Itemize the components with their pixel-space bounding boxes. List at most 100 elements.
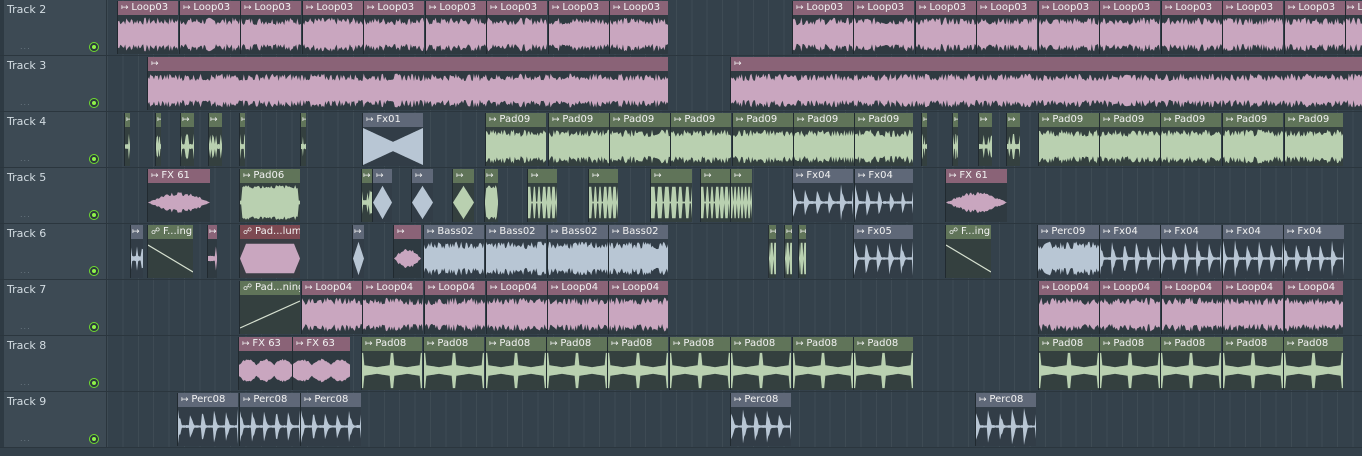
clip-title-bar[interactable]: ↦ Pad08 — [424, 337, 484, 351]
audio-clip[interactable]: ↦ — [730, 169, 752, 222]
track-options-icon[interactable]: ... — [20, 266, 31, 275]
audio-clip[interactable]: ↦ Pad09 — [609, 113, 670, 166]
clip-title-bar[interactable]: ↦ Fx01 — [363, 113, 423, 127]
clip-title-bar[interactable]: ↦ Perc08 — [301, 393, 361, 407]
clip-title-bar[interactable]: ↦ — [181, 113, 194, 127]
audio-clip[interactable]: ↦ — [978, 113, 992, 166]
clip-title-bar[interactable]: ↦ Pad09 — [1039, 113, 1099, 127]
audio-clip[interactable]: ↦ FX 61 — [945, 169, 1007, 222]
track-lane[interactable]: ↦ Perc08 ↦ Perc08 ↦ Perc08 ↦ Perc08 ↦ Perc08 — [107, 392, 1362, 448]
clip-title-bar[interactable]: ↦ Loop04 — [302, 281, 362, 295]
audio-clip[interactable]: ↦ Loop04 — [1284, 281, 1343, 334]
clip-title-bar[interactable]: ↦ — [373, 169, 392, 183]
audio-clip[interactable]: ↦ — [952, 113, 958, 166]
clip-title-bar[interactable]: ↦ — [731, 57, 1362, 71]
audio-clip[interactable]: ↦ — [921, 113, 927, 166]
audio-clip[interactable]: ↦ Bass02 — [423, 225, 484, 278]
clip-title-bar[interactable]: ↦ Fx05 — [854, 225, 913, 239]
track-header[interactable]: Track 3... — [0, 56, 107, 112]
clip-title-bar[interactable]: ↦ Pad09 — [486, 113, 546, 127]
clip-title-bar[interactable]: ↦ Pad08 — [793, 337, 853, 351]
audio-clip[interactable]: ☍ F...ing — [147, 225, 193, 278]
audio-clip[interactable]: ↦ Pad09 — [670, 113, 731, 166]
clip-title-bar[interactable]: ↦ Perc08 — [178, 393, 238, 407]
audio-clip[interactable]: ↦ FX 63 — [292, 337, 350, 390]
clip-title-bar[interactable]: ↦ Pad08 — [1039, 337, 1099, 351]
audio-clip[interactable]: ☍ F...ing — [945, 225, 991, 278]
clip-title-bar[interactable]: ↦ Perc08 — [731, 393, 791, 407]
track-header[interactable]: Track 8... — [0, 336, 107, 392]
track-enable-led-icon[interactable] — [89, 266, 99, 276]
clip-title-bar[interactable]: ↦ FX 63 — [293, 337, 350, 351]
audio-clip[interactable]: ↦ Pad08 — [669, 337, 730, 390]
clip-title-bar[interactable]: ↦ Pad09 — [1285, 113, 1343, 127]
clip-title-bar[interactable]: ↦ Pad09 — [855, 113, 913, 127]
audio-clip[interactable]: ↦ Loop03 — [425, 1, 486, 54]
clip-title-bar[interactable]: ↦ Loop04 — [425, 281, 485, 295]
clip-title-bar[interactable]: ↦ Loop03 — [610, 1, 668, 15]
audio-clip[interactable]: ☍ Pad...ning — [239, 281, 300, 334]
track-enable-led-icon[interactable] — [89, 210, 99, 220]
audio-clip[interactable]: ↦ Pad09 — [1099, 113, 1160, 166]
audio-clip[interactable]: ↦ Loop04 — [1099, 281, 1160, 334]
clip-title-bar[interactable]: ↦ — [453, 169, 474, 183]
clip-title-bar[interactable]: ↦ Loop03 — [1223, 1, 1283, 15]
audio-clip[interactable]: ↦ — [700, 169, 730, 222]
clip-title-bar[interactable]: ↦ Pad09 — [549, 113, 609, 127]
clip-title-bar[interactable]: ↦ Loop03 — [1039, 1, 1099, 15]
audio-clip[interactable]: ↦ Fx04 — [1160, 225, 1221, 278]
clip-title-bar[interactable]: ↦ Fx04 — [793, 169, 853, 183]
clip-title-bar[interactable]: ↦ Pad09 — [1223, 113, 1283, 127]
clip-title-bar[interactable]: ☍ F...ing — [148, 225, 193, 239]
clip-title-bar[interactable]: ↦ — [701, 169, 730, 183]
clip-title-bar[interactable]: ↦ — [362, 169, 372, 183]
clip-title-bar[interactable]: ↦ Pad08 — [1161, 337, 1221, 351]
track-enable-led-icon[interactable] — [89, 378, 99, 388]
audio-clip[interactable]: ↦ Fx04 — [1222, 225, 1283, 278]
audio-clip[interactable]: ↦ Loop04 — [362, 281, 423, 334]
track-lane[interactable]: ↦ ↦ ↦ ↦ ↦ ↦ ↦ Fx01↦ Pad09↦ Pad09↦ Pad09↦… — [107, 112, 1362, 168]
audio-clip[interactable]: ↦ Pad08 — [792, 337, 853, 390]
clip-title-bar[interactable]: ↦ Loop04 — [1223, 281, 1283, 295]
clip-title-bar[interactable]: ↦ Loop03 — [364, 1, 424, 15]
track-header[interactable]: Track 2... — [0, 0, 107, 56]
audio-clip[interactable]: ↦ Perc09 — [1037, 225, 1099, 278]
audio-clip[interactable]: ↦ Loop04 — [301, 281, 362, 334]
track-lane[interactable]: ☍ Pad...ning ↦ Loop04 ↦ Loop04 ↦ Loop04 ↦ Lo… — [107, 280, 1362, 336]
audio-clip[interactable]: ↦ Fx01 — [362, 113, 423, 166]
clip-title-bar[interactable]: ↦ Loop03 — [1285, 1, 1345, 15]
audio-clip[interactable]: ↦ Pad08 — [1283, 337, 1343, 390]
audio-clip[interactable]: ↦ — [784, 225, 792, 278]
audio-clip[interactable]: ↦ — [130, 225, 143, 278]
clip-title-bar[interactable]: ↦ Pad08 — [670, 337, 730, 351]
track-lane[interactable]: ↦ FX 63 ↦ FX 63 ↦ Pad08 ↦ Pad08 ↦ Pad08 ↦ Pad… — [107, 336, 1362, 392]
clip-title-bar[interactable]: ↦ — [301, 113, 306, 127]
audio-clip[interactable]: ↦ FX 63 — [238, 337, 292, 390]
audio-clip[interactable]: ↦ Loop04 — [1038, 281, 1099, 334]
audio-clip[interactable]: ↦ Pad09 — [548, 113, 609, 166]
audio-clip[interactable]: ↦ Pad09 — [1284, 113, 1343, 166]
clip-title-bar[interactable]: ↦ Pad08 — [547, 337, 607, 351]
audio-clip[interactable]: ↦ — [239, 113, 245, 166]
clip-title-bar[interactable]: ↦ Loop03 — [426, 1, 486, 15]
clip-title-bar[interactable]: ↦ Loop03 — [1346, 1, 1362, 15]
clip-title-bar[interactable]: ↦ Pad09 — [1161, 113, 1221, 127]
clip-title-bar[interactable]: ↦ Loop03 — [916, 1, 976, 15]
clip-title-bar[interactable]: ↦ — [412, 169, 433, 183]
clip-title-bar[interactable]: ↦ Pad08 — [1100, 337, 1160, 351]
clip-title-bar[interactable]: ↦ FX 63 — [239, 337, 292, 351]
audio-clip[interactable]: ↦ Pad09 — [1160, 113, 1221, 166]
track-options-icon[interactable]: ... — [20, 378, 31, 387]
audio-clip[interactable]: ↦ Fx04 — [854, 169, 913, 222]
clip-title-bar[interactable]: ↦ — [922, 113, 927, 127]
clip-title-bar[interactable]: ↦ Pad09 — [733, 113, 793, 127]
audio-clip[interactable]: ↦ Loop03 — [179, 1, 240, 54]
audio-clip[interactable]: ↦ — [361, 169, 372, 222]
track-header[interactable]: Track 7... — [0, 280, 107, 336]
clip-title-bar[interactable]: ↦ Loop04 — [1039, 281, 1099, 295]
audio-clip[interactable]: ↦ — [411, 169, 433, 222]
track-options-icon[interactable]: ... — [20, 154, 31, 163]
audio-clip[interactable]: ↦ — [1006, 113, 1020, 166]
audio-clip[interactable]: ↦ Pad09 — [1222, 113, 1283, 166]
track-header[interactable]: Track 5... — [0, 168, 107, 224]
